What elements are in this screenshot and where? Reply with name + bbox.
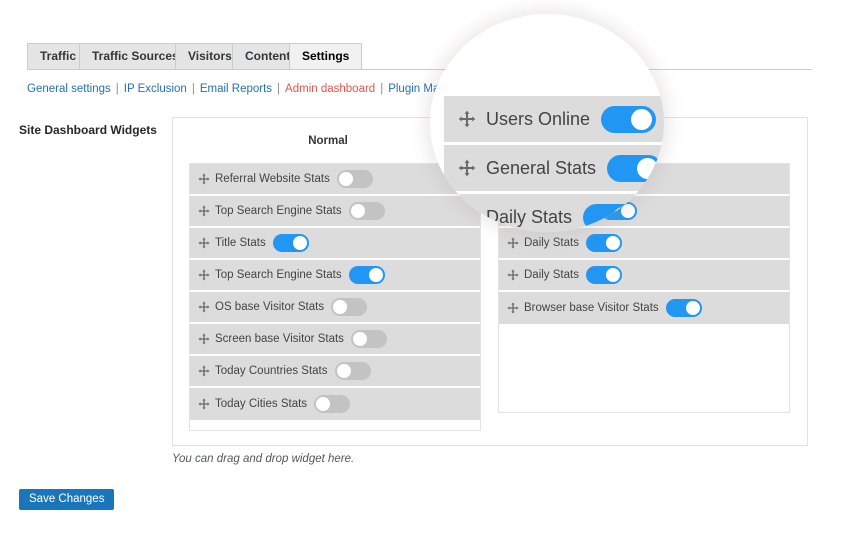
sublink-separator: | (191, 83, 195, 95)
widget-label: OS base Visitor Stats (215, 301, 325, 313)
move-icon (458, 110, 476, 128)
widget-toggle-switch[interactable] (348, 266, 385, 284)
widget-row[interactable]: Daily Stats (499, 228, 789, 260)
move-icon (458, 159, 476, 177)
widget-label: Daily Stats (524, 237, 579, 249)
sublink-admin-dashboard[interactable]: Admin dashboard (285, 83, 375, 95)
widget-toggle-switch[interactable] (331, 298, 368, 316)
widget-row[interactable]: Today Cities Stats (190, 388, 480, 420)
toggle-knob (336, 364, 351, 378)
widget-toggle-switch[interactable] (665, 299, 702, 317)
magnified-toggle-switch (607, 154, 663, 182)
magnifier-overlay: Users Online General Stats Daily Stats (430, 14, 664, 232)
widget-label: Title Stats (215, 237, 266, 249)
magnified-widget-label: General Stats (486, 157, 597, 178)
widget-label: Browser base Visitor Stats (524, 302, 659, 314)
move-icon (198, 173, 210, 185)
move-icon (507, 269, 519, 281)
magnified-widget-row: General Stats (444, 145, 664, 194)
widget-toggle-switch[interactable] (348, 202, 385, 220)
move-icon (198, 333, 210, 345)
magnified-widget-row: Daily Stats (444, 194, 664, 232)
drag-drop-hint: You can drag and drop widget here. (172, 453, 355, 465)
magnified-widget-label: Users Online (486, 108, 591, 129)
toggle-knob (316, 397, 331, 411)
toggle-knob (350, 204, 365, 218)
sublink-separator: | (115, 83, 119, 95)
toggle-knob (631, 108, 653, 130)
magnified-widget-row: Users Online (444, 96, 664, 145)
widget-row[interactable]: Top Search Engine Stats (190, 260, 480, 292)
widget-row[interactable]: OS base Visitor Stats (190, 292, 480, 324)
widget-row[interactable]: Screen base Visitor Stats (190, 324, 480, 356)
widget-row[interactable]: Title Stats (190, 228, 480, 260)
widget-row[interactable]: Daily Stats (499, 260, 789, 292)
sublink-ip-exclusion[interactable]: IP Exclusion (124, 83, 187, 95)
toggle-knob (637, 157, 659, 179)
sublink-general-settings[interactable]: General settings (27, 83, 111, 95)
toggle-knob (685, 301, 700, 315)
sublink-separator: | (277, 83, 281, 95)
magnifier-content: Users Online General Stats Daily Stats (444, 96, 664, 232)
widget-label: Daily Stats (524, 269, 579, 281)
magnified-toggle-switch (583, 203, 639, 231)
toggle-knob (333, 300, 348, 314)
widget-toggle-switch[interactable] (334, 362, 371, 380)
widget-toggle-switch[interactable] (314, 395, 351, 413)
tab-settings[interactable]: Settings (289, 43, 363, 69)
toggle-knob (338, 172, 353, 186)
widget-toggle-switch[interactable] (585, 266, 622, 284)
widget-label: Today Cities Stats (215, 398, 308, 410)
widget-label: Today Countries Stats (215, 365, 328, 377)
widget-toggle-switch[interactable] (585, 234, 622, 252)
widget-row[interactable]: Top Search Engine Stats (190, 196, 480, 228)
move-icon (198, 398, 210, 410)
widget-label: Screen base Visitor Stats (215, 333, 344, 345)
widget-toggle-switch[interactable] (336, 170, 373, 188)
magnified-widget-label: Daily Stats (486, 206, 573, 227)
sublink-email-reports[interactable]: Email Reports (200, 83, 272, 95)
page-title: Site Dashboard Widgets (19, 123, 157, 137)
toggle-knob (368, 268, 383, 282)
move-icon (198, 269, 210, 281)
toggle-knob (613, 206, 635, 228)
widget-row[interactable]: Referral Website Stats (190, 164, 480, 196)
widget-label: Top Search Engine Stats (215, 269, 342, 281)
toggle-knob (292, 236, 307, 250)
save-changes-button[interactable]: Save Changes (19, 489, 115, 510)
widget-toggle-switch[interactable] (272, 234, 309, 252)
move-icon (198, 205, 210, 217)
move-icon (198, 237, 210, 249)
sublink-separator: | (380, 83, 384, 95)
toggle-knob (605, 268, 620, 282)
widget-toggle-switch[interactable] (350, 330, 387, 348)
move-icon (458, 208, 476, 226)
move-icon (198, 365, 210, 377)
move-icon (198, 301, 210, 313)
toggle-knob (605, 236, 620, 250)
move-icon (507, 302, 519, 314)
toggle-knob (352, 332, 367, 346)
widget-row[interactable]: Today Countries Stats (190, 356, 480, 388)
tab-bar: Traffic Traffic Sources Visitors Content Set… (27, 43, 812, 70)
widget-label: Top Search Engine Stats (215, 205, 342, 217)
move-icon (507, 237, 519, 249)
widget-list-normal-left: Referral Website Stats Top Search Engine … (189, 163, 481, 431)
widget-row[interactable]: Browser base Visitor Stats (499, 292, 789, 324)
magnified-toggle-switch (601, 105, 657, 133)
widget-label: Referral Website Stats (215, 173, 330, 185)
